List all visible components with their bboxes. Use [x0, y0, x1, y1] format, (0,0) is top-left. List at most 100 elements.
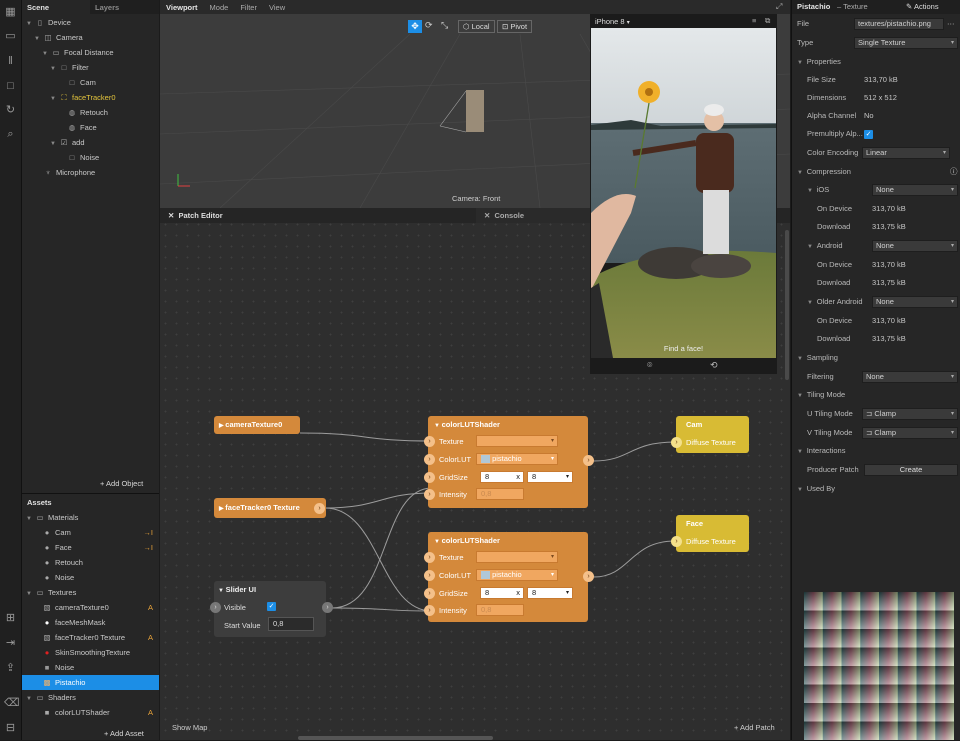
used-by-section[interactable]: ▼ Used By [797, 480, 835, 499]
tree-item-facetracker[interactable]: ▼ ⛶ faceTracker0 [50, 90, 116, 105]
asset-facetracker-texture[interactable]: ▧ faceTracker0 Texture A [42, 630, 159, 645]
menu-icon[interactable]: ≡ [752, 16, 756, 25]
android-compression-dropdown[interactable]: None ▾ [872, 240, 958, 252]
asset-cameratexture[interactable]: ▧ cameraTexture0 A [42, 600, 159, 615]
popout-icon[interactable]: ⧉ [765, 16, 770, 26]
colorlut-dropdown[interactable]: pistachio ▾ [476, 569, 558, 581]
add-patch-button[interactable]: + Add Patch [734, 723, 775, 732]
tab-layers[interactable]: Layers [90, 0, 158, 14]
input-port[interactable]: › [424, 436, 435, 447]
mode-menu[interactable]: Mode [210, 3, 229, 12]
input-port[interactable]: › [424, 472, 435, 483]
node-cam-output[interactable]: Cam › Diffuse Texture [671, 416, 749, 453]
v-tiling-dropdown[interactable]: ⊐ Clamp ▾ [862, 427, 958, 439]
scale-tool-icon[interactable]: ⤡ [441, 20, 448, 31]
viewport-menu[interactable]: Viewport [166, 3, 198, 12]
more-icon[interactable]: ⋯ [947, 15, 955, 33]
output-port[interactable]: › [322, 602, 333, 613]
expand-icon[interactable]: ⤢ [776, 2, 782, 12]
asset-noise-material[interactable]: ● Noise [42, 570, 74, 585]
input-port[interactable]: › [424, 489, 435, 500]
rotate-device-icon[interactable]: ⟲ [710, 360, 718, 371]
grid-y-input[interactable]: 8 ▾ [527, 587, 573, 599]
asset-face[interactable]: ● Face →I [42, 540, 159, 555]
import-icon[interactable]: ⊞ [4, 612, 17, 625]
node-colorlutshader-2[interactable]: ▼ colorLUTShader › Texture ▾ › ColorLUT … [424, 532, 594, 622]
input-port[interactable]: › [210, 602, 221, 613]
node-facetracker-texture[interactable]: ▶ faceTracker0 Texture › [214, 498, 326, 518]
asset-noise-texture[interactable]: ■ Noise [42, 660, 74, 675]
grid-y-input[interactable]: 8 ▾ [527, 471, 573, 483]
grid-x-input[interactable]: 8x [480, 471, 524, 483]
phone-preview[interactable]: iPhone 8 ▾ ≡ ⧉ Find a face! ⌾ ⟲ [590, 14, 777, 374]
pause-icon[interactable]: ‖ [4, 55, 17, 68]
tree-item-add[interactable]: ▼ ☑ add [50, 135, 85, 150]
tree-item-camera[interactable]: ▼ ◫ Camera [34, 30, 83, 45]
asset-retouch[interactable]: ● Retouch [42, 555, 83, 570]
node-face-output[interactable]: Face › Diffuse Texture [671, 515, 749, 552]
input-port[interactable]: › [671, 437, 682, 448]
node-colorlutshader-1[interactable]: ▼ colorLUTShader › Texture ▾ › ColorLUT … [424, 416, 594, 508]
node-cameratexture[interactable]: ▶ cameraTexture0 [214, 416, 300, 434]
pivot-toggle[interactable]: ⊡ Pivot [497, 20, 533, 33]
info-icon[interactable]: ⓘ [950, 163, 958, 181]
tree-item-focal-distance[interactable]: ▼ ▭ Focal Distance [42, 45, 114, 60]
intensity-input[interactable]: 0,8 [476, 604, 524, 616]
asset-facemeshmask[interactable]: ● faceMeshMask [42, 615, 106, 630]
create-button[interactable]: Create [864, 464, 958, 476]
properties-section[interactable]: ▼ Properties [797, 53, 841, 72]
ios-compression-dropdown[interactable]: None ▾ [872, 184, 958, 196]
console-icon[interactable]: ⊟ [4, 722, 17, 735]
filtering-dropdown[interactable]: None ▾ [862, 371, 958, 383]
node-slider-ui[interactable]: ▼ Slider UI › Visible ✓ Start Value 0,8 … [210, 581, 333, 637]
input-port[interactable]: › [424, 588, 435, 599]
actions-button[interactable]: ✎ Actions [906, 0, 939, 14]
rotate-tool-icon[interactable]: ⟳ [425, 20, 433, 31]
stop-icon[interactable]: □ [4, 80, 17, 93]
android-section[interactable]: ▼ Android [807, 237, 843, 256]
tree-item-cam[interactable]: □ Cam [58, 75, 96, 90]
vertical-scrollbar[interactable] [785, 230, 789, 380]
u-tiling-dropdown[interactable]: ⊐ Clamp ▾ [862, 408, 958, 420]
view-menu[interactable]: View [269, 3, 285, 12]
upload-icon[interactable]: ⇪ [4, 662, 17, 675]
asset-colorlutshader[interactable]: ■ colorLUTShader A [42, 705, 159, 720]
tree-item-device[interactable]: ▼ ▯ Device [26, 15, 71, 30]
scene-panel-icon[interactable]: ▦ [4, 6, 17, 19]
older-android-section[interactable]: ▼ Older Android [807, 293, 863, 312]
tree-item-microphone[interactable]: ♆ Microphone [34, 165, 95, 180]
asset-skinsmoothing[interactable]: ● SkinSmoothingTexture [42, 645, 130, 660]
tab-scene[interactable]: Scene [22, 0, 90, 14]
asset-pistachio[interactable]: ▩ Pistachio [22, 675, 159, 690]
interactions-section[interactable]: ▼ Interactions [797, 442, 845, 461]
asset-materials-folder[interactable]: ▼ ▭ Materials [26, 510, 159, 525]
asset-shaders-folder[interactable]: ▼ ▭ Shaders [26, 690, 76, 705]
local-toggle[interactable]: ⬡ Local [458, 20, 495, 33]
show-map-button[interactable]: Show Map [172, 723, 207, 732]
tiling-section[interactable]: ▼ Tiling Mode [797, 386, 845, 405]
input-port[interactable]: › [671, 536, 682, 547]
type-dropdown[interactable]: Single Texture ▾ [854, 37, 958, 49]
sampling-section[interactable]: ▼ Sampling [797, 349, 838, 368]
input-port[interactable]: › [424, 454, 435, 465]
compression-section[interactable]: ▼ Compression [797, 163, 851, 182]
asset-cam[interactable]: ● Cam →I [42, 525, 159, 540]
older-android-compression-dropdown[interactable]: None ▾ [872, 296, 958, 308]
horizontal-scrollbar[interactable] [298, 736, 493, 740]
visible-checkbox[interactable]: ✓ [267, 601, 276, 611]
add-object-button[interactable]: + Add Object [100, 476, 143, 491]
device-selector[interactable]: iPhone 8 ▾ [595, 17, 630, 26]
filter-menu[interactable]: Filter [240, 3, 257, 12]
output-port[interactable]: › [314, 503, 325, 514]
ios-section[interactable]: ▼ iOS [807, 181, 829, 200]
add-asset-button[interactable]: + Add Asset [104, 726, 144, 741]
tree-item-filter[interactable]: ▼ □ Filter [50, 60, 89, 75]
input-port[interactable]: › [424, 552, 435, 563]
output-port[interactable]: › [583, 455, 594, 466]
start-value-input[interactable]: 0,8 [268, 617, 314, 631]
tree-item-face[interactable]: ◍ Face [58, 120, 97, 135]
tree-item-retouch[interactable]: ◍ Retouch [58, 105, 108, 120]
colorlut-dropdown[interactable]: pistachio ▾ [476, 453, 558, 465]
texture-dropdown[interactable]: ▾ [476, 435, 558, 447]
input-port[interactable]: › [424, 605, 435, 616]
